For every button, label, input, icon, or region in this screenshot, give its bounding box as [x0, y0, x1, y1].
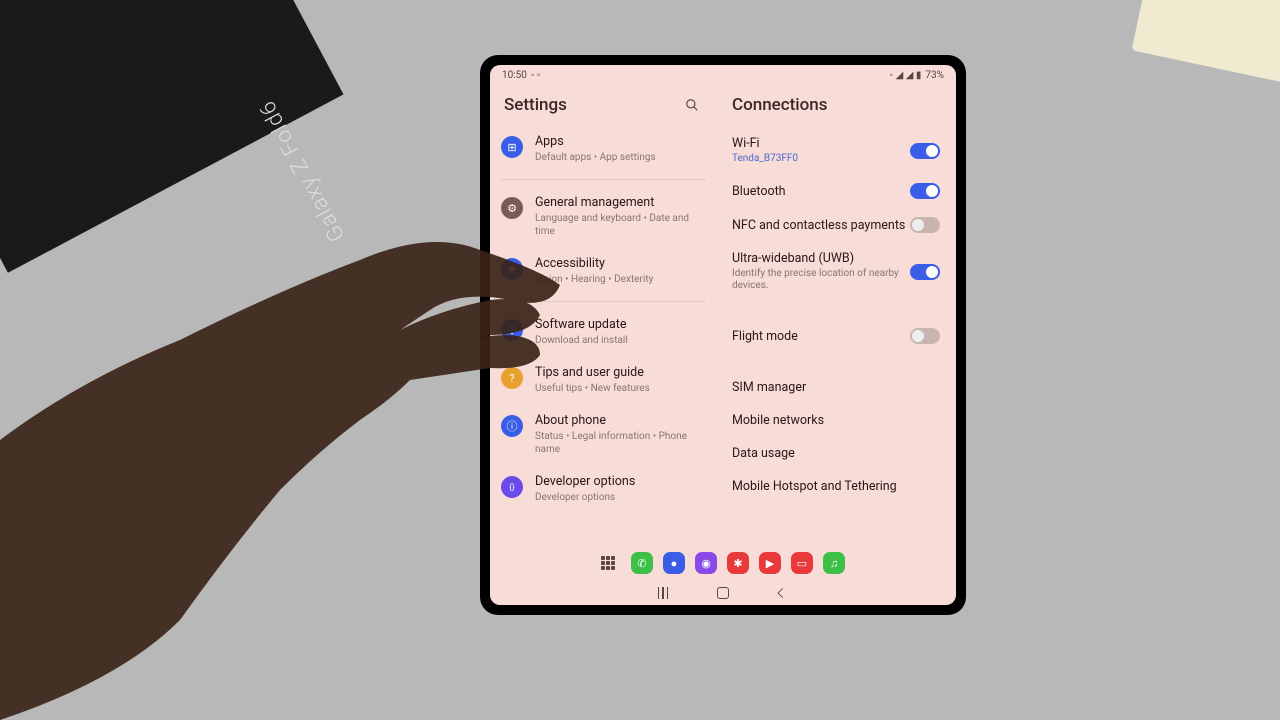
uwb-label: Ultra-wideband (UWB)	[732, 251, 910, 266]
data-usage-item[interactable]: Data usage	[732, 437, 940, 470]
uwb-item[interactable]: Ultra-wideband (UWB) Identify the precis…	[732, 242, 940, 301]
nav-bar	[490, 581, 956, 605]
settings-item-tips[interactable]: ? Tips and user guide Useful tips • New …	[498, 356, 708, 404]
settings-list[interactable]: ⊞ Apps Default apps • App settings ⚙ Gen…	[490, 125, 716, 545]
accessibility-icon: ✚	[501, 258, 523, 280]
update-icon: ↓	[501, 319, 523, 341]
product-box-bg: Galaxy Z Fold6	[0, 0, 343, 273]
general-icon: ⚙	[501, 197, 523, 219]
nav-recents-button[interactable]	[657, 585, 673, 601]
settings-item-sub: Useful tips • New features	[535, 382, 705, 395]
wifi-item[interactable]: Wi-Fi Tenda_B73FF0	[732, 127, 940, 174]
settings-item-software-update[interactable]: ↓ Software update Download and install	[498, 308, 708, 356]
nfc-toggle[interactable]	[910, 217, 940, 233]
settings-item-sub: Language and keyboard • Date and time	[535, 212, 705, 238]
developer-icon: {}	[501, 476, 523, 498]
uwb-toggle[interactable]	[910, 264, 940, 280]
chevron-left-icon	[774, 586, 788, 600]
settings-item-sub: Download and install	[535, 334, 705, 347]
bluetooth-toggle[interactable]	[910, 183, 940, 199]
dock-app-6[interactable]: ▭	[791, 552, 813, 574]
settings-item-sub: Default apps • App settings	[535, 151, 705, 164]
screen: 10:50 ◦ ▫ ◦ ◢ ◢ ▮ 73% Settings ⊞	[490, 65, 956, 605]
wifi-network: Tenda_B73FF0	[732, 153, 910, 165]
search-button[interactable]	[682, 95, 702, 115]
divider	[501, 301, 705, 302]
mobile-label: Mobile networks	[732, 413, 824, 428]
settings-item-apps[interactable]: ⊞ Apps Default apps • App settings	[498, 125, 708, 173]
settings-item-label: Software update	[535, 317, 705, 332]
settings-item-general[interactable]: ⚙ General management Language and keyboa…	[498, 186, 708, 247]
product-box-label: Galaxy Z Fold6	[254, 96, 350, 246]
hotspot-label: Mobile Hotspot and Tethering	[732, 479, 897, 494]
dock-app-phone[interactable]: ✆	[631, 552, 653, 574]
sim-label: SIM manager	[732, 380, 806, 395]
uwb-desc: Identify the precise location of nearby …	[732, 268, 910, 292]
status-time: 10:50	[502, 70, 527, 81]
settings-item-label: Tips and user guide	[535, 365, 705, 380]
settings-item-label: About phone	[535, 413, 705, 428]
flight-label: Flight mode	[732, 329, 910, 344]
data-label: Data usage	[732, 446, 795, 461]
nfc-label: NFC and contactless payments	[732, 218, 910, 233]
apps-icon: ⊞	[501, 136, 523, 158]
nav-home-button[interactable]	[715, 585, 731, 601]
settings-item-label: Developer options	[535, 474, 705, 489]
search-icon	[685, 98, 699, 112]
settings-item-sub: Vision • Hearing • Dexterity	[535, 273, 705, 286]
about-icon: ⓘ	[501, 415, 523, 437]
flight-toggle[interactable]	[910, 328, 940, 344]
status-signal-icons: ◦ ◢ ◢ ▮	[890, 70, 922, 81]
sim-manager-item[interactable]: SIM manager	[732, 371, 940, 404]
settings-title: Settings	[504, 95, 567, 115]
settings-item-label: General management	[535, 195, 705, 210]
tips-icon: ?	[501, 367, 523, 389]
dock: ✆ ● ◉ ✱ ▶ ▭ ♫	[490, 545, 956, 581]
settings-item-sub: Status • Legal information • Phone name	[535, 430, 705, 456]
hotspot-item[interactable]: Mobile Hotspot and Tethering	[732, 470, 940, 503]
tablet-frame: 10:50 ◦ ▫ ◦ ◢ ◢ ▮ 73% Settings ⊞	[480, 55, 966, 615]
divider	[501, 179, 705, 180]
dock-app-spotify[interactable]: ♫	[823, 552, 845, 574]
settings-pane: Settings ⊞ Apps Default apps • App setti…	[490, 85, 716, 545]
dock-app-youtube[interactable]: ▶	[759, 552, 781, 574]
nfc-item[interactable]: NFC and contactless payments	[732, 208, 940, 242]
settings-item-about-phone[interactable]: ⓘ About phone Status • Legal information…	[498, 404, 708, 465]
settings-item-label: Apps	[535, 134, 705, 149]
wifi-toggle[interactable]	[910, 143, 940, 159]
nav-back-button[interactable]	[773, 585, 789, 601]
dock-app-messages[interactable]: ●	[663, 552, 685, 574]
wifi-label: Wi-Fi	[732, 136, 910, 151]
flight-mode-item[interactable]: Flight mode	[732, 319, 940, 353]
settings-item-label: Accessibility	[535, 256, 705, 271]
mobile-networks-item[interactable]: Mobile networks	[732, 404, 940, 437]
settings-item-developer[interactable]: {} Developer options Developer options	[498, 465, 708, 513]
keyboard-bg	[1132, 0, 1280, 88]
bluetooth-label: Bluetooth	[732, 184, 910, 199]
connections-pane[interactable]: Connections Wi-Fi Tenda_B73FF0 Bluetooth	[716, 85, 956, 545]
status-icons-left: ◦ ▫	[531, 70, 541, 81]
settings-item-accessibility[interactable]: ✚ Accessibility Vision • Hearing • Dexte…	[498, 247, 708, 295]
connections-title: Connections	[724, 85, 948, 125]
app-drawer-button[interactable]	[601, 556, 615, 570]
dock-app-3[interactable]: ◉	[695, 552, 717, 574]
settings-item-sub: Developer options	[535, 491, 705, 504]
bluetooth-item[interactable]: Bluetooth	[732, 174, 940, 208]
dock-app-4[interactable]: ✱	[727, 552, 749, 574]
status-battery: 73%	[925, 70, 944, 81]
status-bar: 10:50 ◦ ▫ ◦ ◢ ◢ ▮ 73%	[490, 65, 956, 85]
